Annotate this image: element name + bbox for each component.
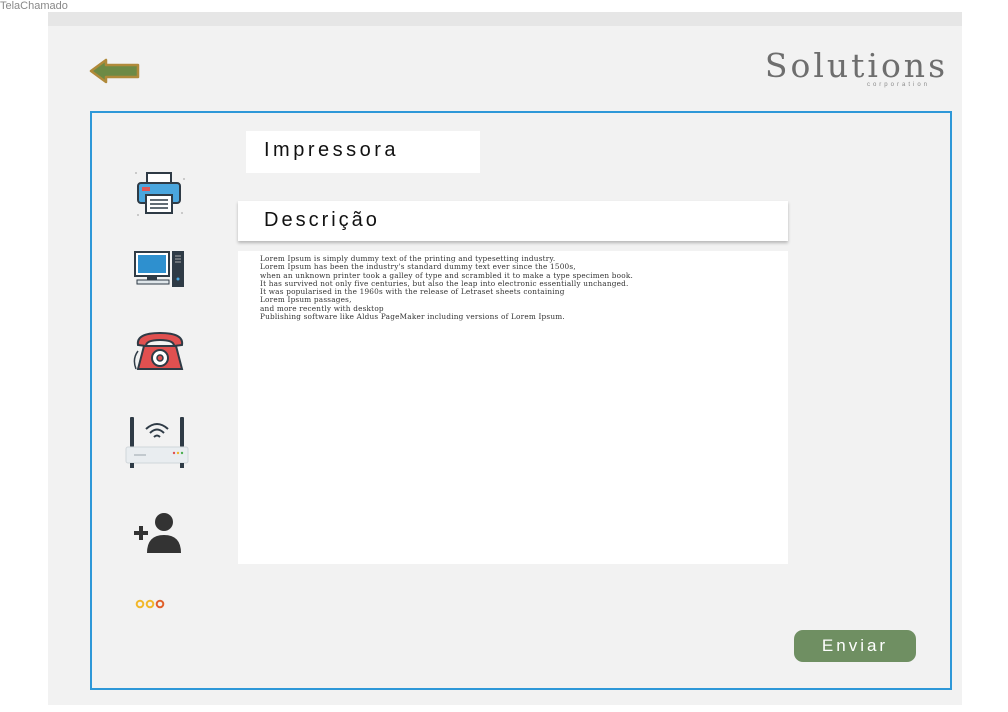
arrow-left-icon — [89, 58, 140, 84]
category-router[interactable] — [124, 415, 190, 476]
printer-icon — [135, 172, 185, 216]
description-header: Descrição — [238, 201, 788, 241]
description-text: Lorem Ipsum is simply dummy text of the … — [260, 254, 633, 322]
description-line: Publishing software like Aldus PageMaker… — [260, 312, 565, 322]
computer-icon — [134, 251, 184, 287]
category-computer[interactable] — [134, 249, 190, 296]
category-title: Impressora — [264, 139, 400, 161]
company-logo: Solutions corporation — [764, 46, 948, 89]
screen-top-bar — [48, 12, 962, 26]
category-phone[interactable] — [132, 329, 188, 378]
add-user-icon — [134, 513, 181, 553]
back-button[interactable] — [88, 57, 144, 85]
more-dots-icon — [135, 599, 165, 609]
submit-button[interactable]: Enviar — [794, 630, 916, 662]
ticket-panel: Impressora Descrição Lorem Ipsum is simp… — [90, 111, 952, 690]
description-title: Descrição — [264, 209, 380, 231]
telephone-icon — [133, 331, 184, 370]
category-add-user[interactable] — [134, 511, 184, 560]
category-title-box: Impressora — [246, 131, 480, 173]
screen: Solutions corporation Impressora Descriç… — [48, 12, 962, 705]
logo-title: Solutions — [764, 46, 948, 85]
category-more[interactable] — [134, 597, 174, 616]
description-textarea[interactable]: Lorem Ipsum is simply dummy text of the … — [238, 251, 788, 564]
wifi-router-icon — [125, 417, 189, 468]
category-printer[interactable] — [132, 169, 188, 224]
